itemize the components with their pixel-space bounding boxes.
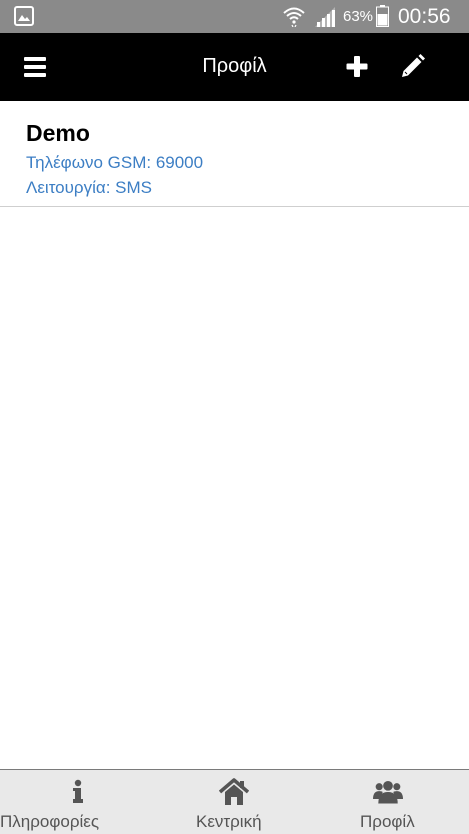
nav-item-profile[interactable]: Προφίλ bbox=[313, 770, 469, 834]
gallery-icon bbox=[14, 6, 34, 26]
app-bar: Προφίλ bbox=[0, 33, 469, 101]
profile-mode: Λειτουργία: SMS bbox=[26, 178, 152, 197]
edit-profile-button[interactable] bbox=[398, 53, 426, 81]
profile-phone: Τηλέφωνο GSM: 69000 bbox=[26, 153, 204, 172]
bottom-nav: Πληροφορίες Κεντρική Προφίλ bbox=[0, 769, 469, 834]
nav-label-home: Κεντρική bbox=[196, 812, 262, 831]
nav-label-info: Πληροφορίες bbox=[0, 812, 100, 831]
nav-item-info[interactable]: Πληροφορίες bbox=[0, 770, 156, 834]
screen: 63% 00:56 Προφίλ Demo Τηλέφωνο GSM: 6900… bbox=[0, 0, 469, 834]
profile-name: Demo bbox=[26, 120, 90, 146]
home-icon bbox=[219, 778, 249, 805]
pencil-icon bbox=[402, 54, 425, 77]
nav-item-home[interactable]: Κεντρική bbox=[156, 770, 313, 834]
battery-icon bbox=[376, 5, 389, 27]
users-icon bbox=[373, 780, 403, 804]
add-profile-button[interactable] bbox=[343, 53, 371, 81]
nav-label-profile: Προφίλ bbox=[360, 812, 415, 831]
profile-list-item[interactable]: Demo Τηλέφωνο GSM: 69000 Λειτουργία: SMS bbox=[0, 101, 469, 207]
status-bar: 63% 00:56 bbox=[0, 0, 469, 33]
info-icon bbox=[73, 779, 83, 803]
battery-percent: 63% bbox=[343, 8, 374, 25]
plus-icon bbox=[346, 56, 368, 77]
signal-icon bbox=[315, 7, 335, 27]
status-clock: 00:56 bbox=[398, 5, 451, 28]
wifi-icon bbox=[283, 7, 305, 27]
